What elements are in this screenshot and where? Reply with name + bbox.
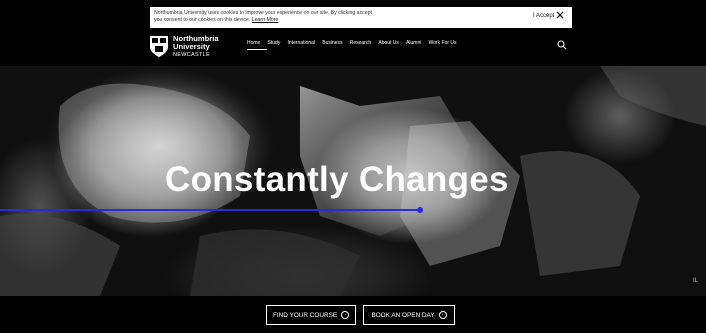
scroll-progress-dot [417,207,423,213]
close-icon[interactable] [555,10,565,20]
arrow-circle-icon: › [341,311,349,319]
arrow-circle-icon: › [438,311,447,319]
cookie-banner: Northumbria University uses cookies to i… [150,7,572,28]
nav-home[interactable]: Home [247,40,260,46]
logo-wordmark[interactable]: Northumbria University [173,35,219,51]
cookie-line-1: Northumbria University uses cookies to i… [154,10,372,16]
hero-side-label: IL [693,278,699,284]
main-nav: Home Study International Business Resear… [247,40,464,46]
nav-work-for-us[interactable]: Work For Us [429,40,457,46]
nav-alumni[interactable]: Alumni [406,40,421,46]
learn-more-link[interactable]: Learn More [252,17,279,23]
book-open-day-button[interactable]: BOOK AN OPEN DAY › [363,305,455,325]
nav-international[interactable]: International [288,40,316,46]
nav-research[interactable]: Research [350,40,371,46]
accept-cookies-button[interactable]: I Accept [533,13,554,19]
nav-about-us[interactable]: About Us [378,40,399,46]
active-nav-indicator [247,49,267,50]
logo-location: NEWCASTLE [173,52,210,58]
cta-bar: FIND YOUR COURSE › BOOK AN OPEN DAY › [0,296,706,333]
nav-study[interactable]: Study [268,40,281,46]
nav-business[interactable]: Business [322,40,342,46]
university-crest-icon[interactable] [149,35,169,58]
hero-banner: Constantly Changes IL [0,66,706,296]
find-your-course-button[interactable]: FIND YOUR COURSE › [266,305,356,325]
logo-line-2: University [173,42,210,51]
cookie-line-2: you consent to our cookies on this devic… [154,16,251,23]
book-open-day-label: BOOK AN OPEN DAY [371,311,435,319]
find-your-course-label: FIND YOUR COURSE [273,311,338,319]
hero-headline: Constantly Changes [165,160,509,199]
cookie-message: Northumbria University uses cookies to i… [154,10,454,23]
search-icon[interactable] [557,40,567,50]
scroll-progress-line [0,209,420,211]
site-header: Northumbria University NEWCASTLE Home St… [0,28,706,66]
